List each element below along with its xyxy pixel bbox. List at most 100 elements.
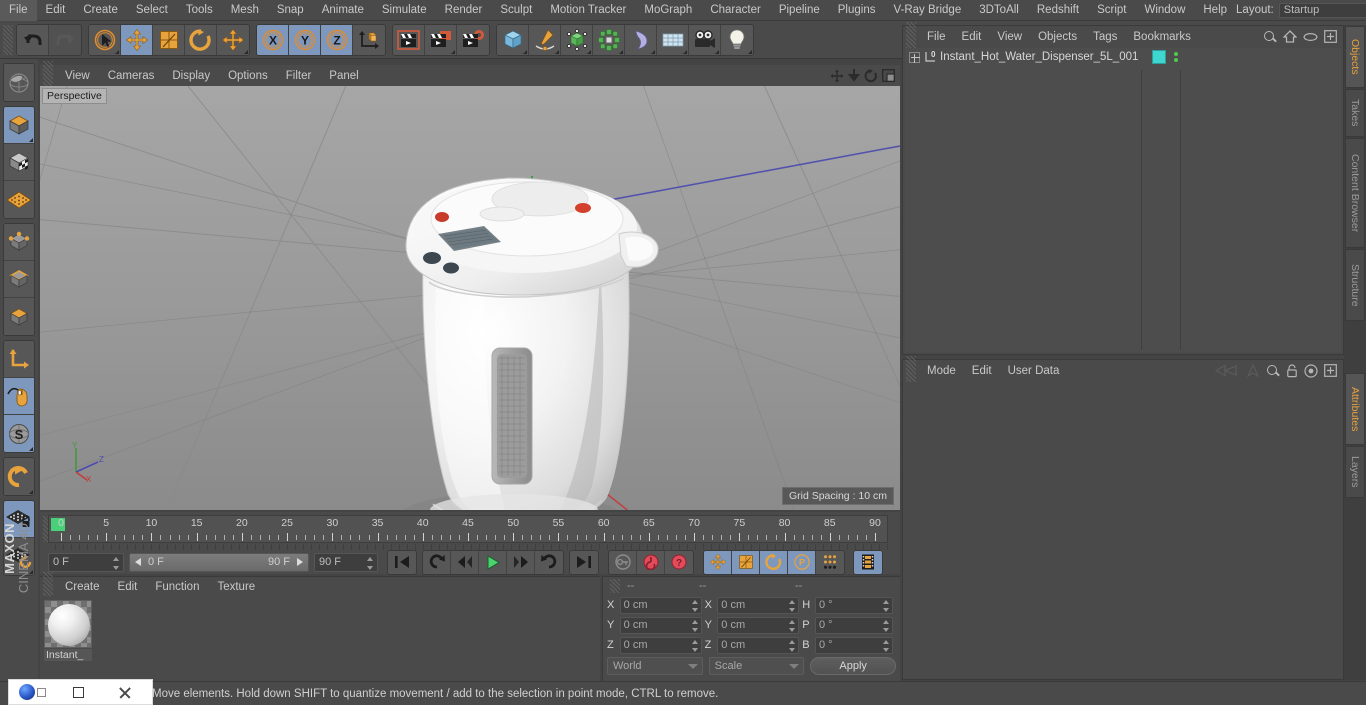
spinner-icon[interactable] xyxy=(691,599,699,612)
autokeying-button[interactable] xyxy=(637,550,665,574)
spinner-icon[interactable] xyxy=(789,639,796,652)
menu-mograph[interactable]: MoGraph xyxy=(635,0,701,21)
spinner-icon[interactable] xyxy=(883,599,890,612)
object-manager-grip[interactable] xyxy=(906,21,916,52)
objmgr-menu-view[interactable]: View xyxy=(989,31,1030,43)
viewport-menu-view[interactable]: View xyxy=(56,70,99,82)
enable-snap-button[interactable] xyxy=(4,378,34,415)
layout-dropdown[interactable]: Startup xyxy=(1278,2,1366,18)
render-view-button[interactable] xyxy=(393,24,425,55)
tab-layers[interactable]: Layers xyxy=(1345,446,1365,498)
scale-key-button[interactable] xyxy=(732,550,760,574)
plus-box-icon[interactable] xyxy=(1324,364,1337,377)
pan-icon[interactable] xyxy=(830,69,844,83)
attribute-manager-grip[interactable] xyxy=(906,355,916,386)
lock-selection-button[interactable]: S xyxy=(4,415,34,452)
menu-vray-bridge[interactable]: V-Ray Bridge xyxy=(884,0,970,21)
rotate-tool-button[interactable] xyxy=(185,24,217,55)
menu-simulate[interactable]: Simulate xyxy=(373,0,436,21)
cinema4d-app-icon[interactable] xyxy=(9,679,55,705)
undo-button[interactable] xyxy=(17,24,49,55)
toolbar-grip[interactable] xyxy=(3,24,13,55)
pin-icon[interactable] xyxy=(1246,364,1260,377)
tab-content-browser[interactable]: Content Browser xyxy=(1345,138,1365,248)
attrmgr-menu-edit[interactable]: Edit xyxy=(964,365,1000,377)
record-active-objects-button[interactable] xyxy=(609,550,637,574)
menu-select[interactable]: Select xyxy=(127,0,177,21)
viewport-menu-filter[interactable]: Filter xyxy=(277,70,321,82)
material-menu-edit[interactable]: Edit xyxy=(109,581,147,593)
viewport-menu-display[interactable]: Display xyxy=(163,70,219,82)
points-mode-button[interactable] xyxy=(4,224,34,261)
material-sphere-icon[interactable] xyxy=(44,600,92,648)
objmgr-menu-edit[interactable]: Edit xyxy=(954,31,990,43)
pos-y-field[interactable]: 0 cm xyxy=(619,616,702,634)
menu-file[interactable]: File xyxy=(0,0,37,21)
spinner-icon[interactable] xyxy=(367,556,374,570)
menu-character[interactable]: Character xyxy=(701,0,770,21)
polygons-mode-button[interactable] xyxy=(4,298,34,335)
expand-icon[interactable] xyxy=(909,51,920,63)
tab-objects[interactable]: Objects xyxy=(1345,26,1365,88)
apply-button[interactable]: Apply xyxy=(810,657,897,675)
attribute-content[interactable] xyxy=(905,382,1341,677)
timeline-ruler[interactable]: 0 5 10 15 20 25 30 35 40 45 50 55 60 65 70 75 80 85 90 xyxy=(48,515,888,543)
add-spline-button[interactable] xyxy=(529,24,561,55)
menu-window[interactable]: Window xyxy=(1135,0,1194,21)
lock-x-axis-button[interactable]: X xyxy=(257,24,289,55)
viewport-menu-cameras[interactable]: Cameras xyxy=(99,70,164,82)
live-selection-button[interactable] xyxy=(89,24,121,55)
range-right-arrow-icon[interactable] xyxy=(295,557,305,567)
coordinate-system-button[interactable] xyxy=(353,24,385,55)
preview-range-bar[interactable]: 0 F 90 F xyxy=(129,552,309,572)
objmgr-menu-bookmarks[interactable]: Bookmarks xyxy=(1125,31,1199,43)
render-settings-button[interactable] xyxy=(457,24,489,55)
pos-z-field[interactable]: 0 cm xyxy=(619,636,702,654)
add-array-button[interactable] xyxy=(593,24,625,55)
range-left-arrow-icon[interactable] xyxy=(133,557,143,567)
coordinate-system-dropdown[interactable]: World xyxy=(607,657,703,675)
rot-h-field[interactable]: 0 ° xyxy=(814,596,894,614)
menu-tools[interactable]: Tools xyxy=(177,0,222,21)
menu-3dtoall[interactable]: 3DToAll xyxy=(970,0,1028,21)
material-tag-icon[interactable] xyxy=(1152,50,1166,64)
menu-animate[interactable]: Animate xyxy=(313,0,373,21)
menu-motion-tracker[interactable]: Motion Tracker xyxy=(541,0,635,21)
dolly-icon[interactable] xyxy=(848,68,860,83)
make-editable-button[interactable] xyxy=(4,64,34,101)
menu-create[interactable]: Create xyxy=(74,0,127,21)
spinner-icon[interactable] xyxy=(789,619,796,632)
menu-pipeline[interactable]: Pipeline xyxy=(770,0,829,21)
spinner-icon[interactable] xyxy=(883,639,890,652)
coordinates-grip[interactable] xyxy=(610,579,620,593)
menu-render[interactable]: Render xyxy=(436,0,492,21)
texture-mode-button[interactable] xyxy=(4,144,34,181)
current-frame-field[interactable]: 0 F xyxy=(48,552,124,572)
undo-view-button[interactable] xyxy=(4,458,34,495)
search-icon[interactable] xyxy=(1266,364,1280,378)
transform-mode-dropdown[interactable]: Scale xyxy=(708,657,805,675)
restore-window-button[interactable] xyxy=(55,679,101,705)
target-icon[interactable] xyxy=(1304,363,1318,378)
go-to-start-button[interactable] xyxy=(388,550,416,574)
3d-viewport[interactable]: Perspective Grid Spacing : 10 cm Y Z X xyxy=(40,86,900,510)
add-cube-button[interactable] xyxy=(497,24,529,55)
lock-z-axis-button[interactable]: Z xyxy=(321,24,353,55)
add-bend-deformer-button[interactable] xyxy=(625,24,657,55)
end-frame-field[interactable]: 90 F xyxy=(314,552,378,572)
play-loop-button[interactable] xyxy=(535,550,563,574)
redo-button[interactable] xyxy=(49,24,81,55)
menu-plugins[interactable]: Plugins xyxy=(829,0,885,21)
menu-help[interactable]: Help xyxy=(1194,0,1236,21)
material-menu-create[interactable]: Create xyxy=(56,581,109,593)
lock-y-axis-button[interactable]: Y xyxy=(289,24,321,55)
menu-redshift[interactable]: Redshift xyxy=(1028,0,1088,21)
material-item[interactable]: Instant_ xyxy=(44,600,92,661)
object-tree[interactable]: 0 Instant_Hot_Water_Dispenser_5L_001 xyxy=(905,48,1341,352)
spinner-icon[interactable] xyxy=(691,619,699,632)
move-tool-button[interactable] xyxy=(121,24,153,55)
object-row[interactable]: 0 Instant_Hot_Water_Dispenser_5L_001 xyxy=(905,48,1341,66)
material-list[interactable]: Instant_ xyxy=(40,596,600,681)
add-floor-button[interactable] xyxy=(657,24,689,55)
search-icon[interactable] xyxy=(1263,30,1277,44)
